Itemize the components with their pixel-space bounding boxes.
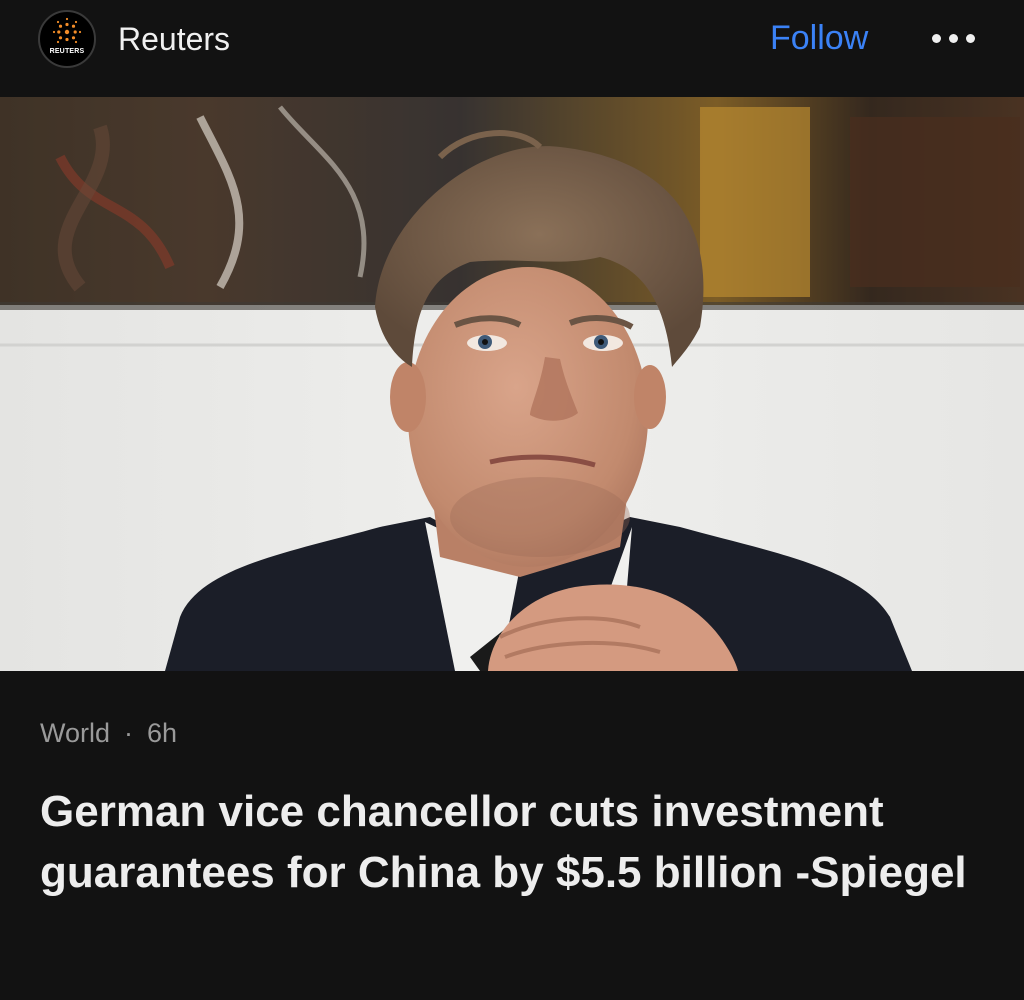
reuters-logo-avatar[interactable]: REUTERS <box>38 10 96 68</box>
reuters-logo-icon <box>52 17 82 44</box>
meta-separator: · <box>124 718 134 748</box>
ellipsis-icon[interactable] <box>930 30 978 50</box>
feed-item-header: REUTERS Reuters Follow <box>0 0 1024 97</box>
publisher-name[interactable]: Reuters <box>118 20 230 58</box>
article-photo[interactable] <box>0 97 1024 671</box>
article-age: 6h <box>147 718 178 748</box>
follow-button[interactable]: Follow <box>770 18 868 58</box>
article-meta: World · 6h <box>40 716 177 750</box>
portrait-photo <box>0 97 1024 671</box>
article-headline[interactable]: German vice chancellor cuts investment g… <box>40 781 1000 903</box>
logo-wordmark: REUTERS <box>49 48 85 55</box>
article-category[interactable]: World <box>40 718 110 748</box>
